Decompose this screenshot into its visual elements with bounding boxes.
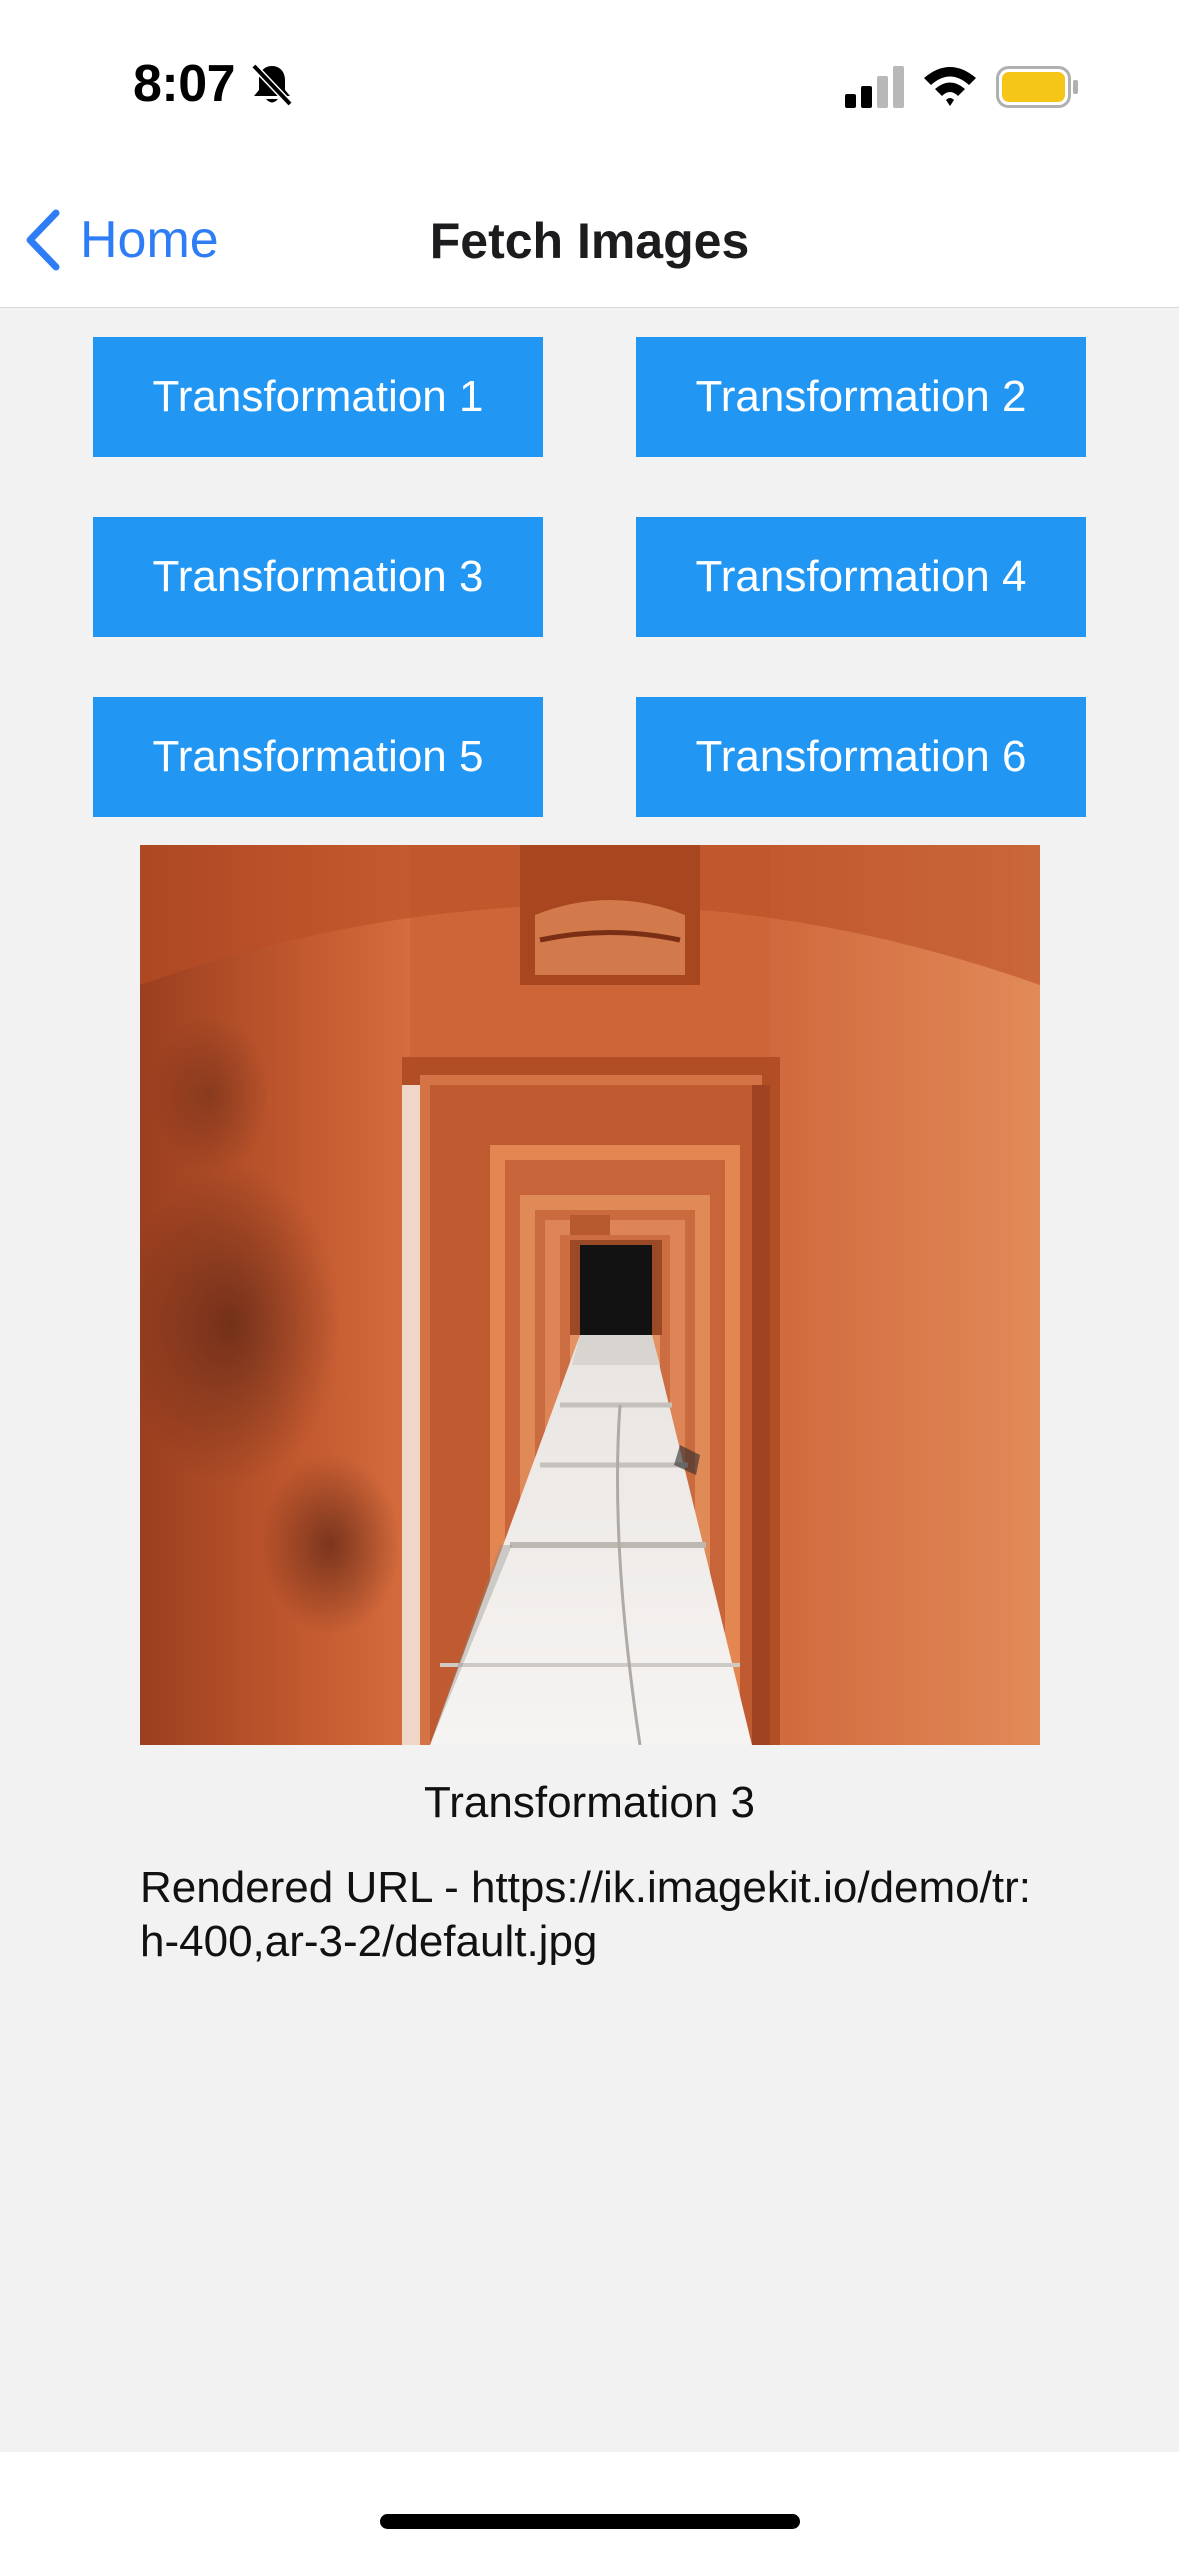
transformation-1-button[interactable]: Transformation 1 xyxy=(93,337,543,457)
cellular-signal-icon xyxy=(845,66,904,108)
home-indicator[interactable] xyxy=(380,2514,800,2529)
status-bar: 8:07 xyxy=(0,0,1179,160)
transformation-4-button[interactable]: Transformation 4 xyxy=(636,517,1086,637)
transformation-2-button[interactable]: Transformation 2 xyxy=(636,337,1086,457)
rendered-url-text: Rendered URL - https://ik.imagekit.io/de… xyxy=(140,1863,1031,1966)
navigation-bar: Home Fetch Images xyxy=(0,160,1179,308)
battery-icon xyxy=(996,66,1078,108)
transformation-5-button[interactable]: Transformation 5 xyxy=(93,697,543,817)
main-content: Transformation 1 Transformation 2 Transf… xyxy=(0,308,1179,2452)
image-caption: Transformation 3 xyxy=(424,1778,755,1827)
wifi-icon xyxy=(924,67,976,106)
status-time: 8:07 xyxy=(133,55,236,113)
bell-slash-icon xyxy=(251,63,293,107)
transformation-6-button[interactable]: Transformation 6 xyxy=(636,697,1086,817)
transformation-3-button[interactable]: Transformation 3 xyxy=(93,517,543,637)
transformed-image xyxy=(140,845,1040,1745)
page-title: Fetch Images xyxy=(429,213,750,269)
bottom-safe-area xyxy=(0,2452,1179,2556)
